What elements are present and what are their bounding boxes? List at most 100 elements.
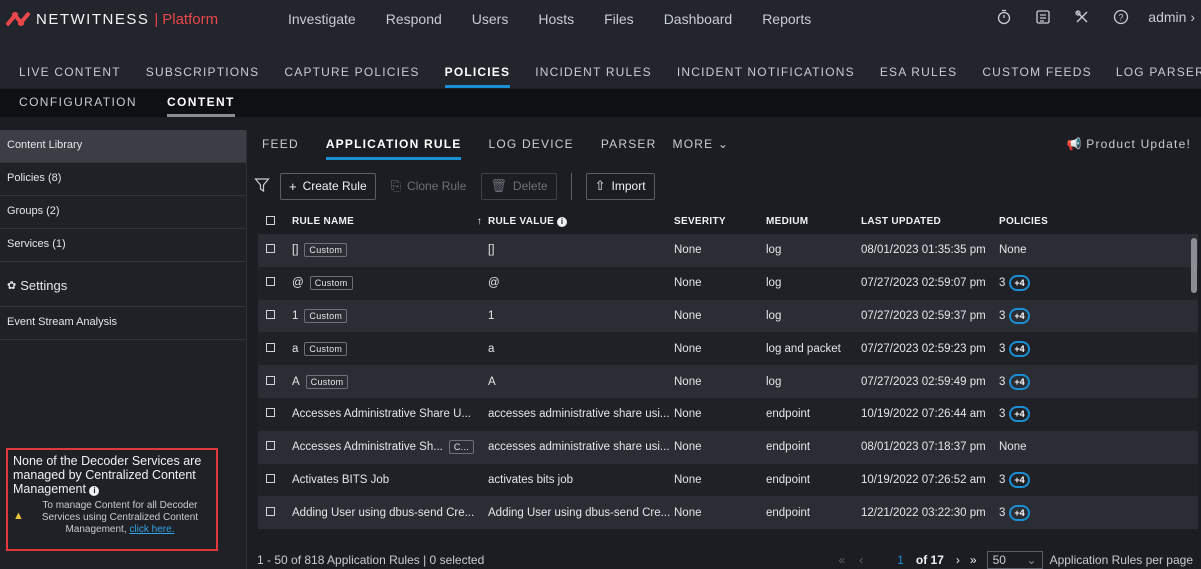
- user-menu[interactable]: admin ›: [1148, 9, 1195, 25]
- nav-hosts[interactable]: Hosts: [538, 8, 574, 30]
- nav-users[interactable]: Users: [472, 8, 509, 30]
- col-medium[interactable]: MEDIUM: [766, 209, 861, 234]
- table-row[interactable]: Activates BITS Job activates bits job No…: [258, 463, 1198, 497]
- row-checkbox[interactable]: [266, 277, 275, 287]
- sidebar-item-content-library[interactable]: Content Library: [0, 130, 246, 163]
- more-policies-badge[interactable]: +4: [1009, 373, 1030, 390]
- next-page-icon[interactable]: ›: [956, 553, 960, 567]
- more-policies-badge[interactable]: +4: [1009, 307, 1030, 324]
- table-row[interactable]: 1 Custom 1 None log 07/27/2023 02:59:37 p…: [258, 299, 1198, 333]
- tab-feed[interactable]: FEED: [262, 130, 299, 160]
- rule-name-text[interactable]: Accesses Administrative Sh...: [292, 441, 443, 453]
- rule-name-text[interactable]: a: [292, 343, 298, 355]
- select-all-checkbox[interactable]: [266, 215, 275, 225]
- nav-respond[interactable]: Respond: [386, 8, 442, 30]
- nav-reports[interactable]: Reports: [762, 8, 811, 30]
- row-checkbox[interactable]: [266, 244, 275, 254]
- subnav-esa-rules[interactable]: ESA RULES: [880, 60, 958, 88]
- table-row[interactable]: @ Custom @ None log 07/27/2023 02:59:07 p…: [258, 266, 1198, 300]
- rule-name-text[interactable]: 1: [292, 310, 298, 322]
- table-scrollbar[interactable]: [1191, 238, 1197, 293]
- product-update-link[interactable]: 📢 Product Update!: [1067, 130, 1192, 160]
- cell-medium: log: [766, 277, 782, 290]
- filter-icon[interactable]: [254, 177, 270, 196]
- sidebar-item-services[interactable]: Services (1): [0, 229, 246, 262]
- subnav-incident-notifications[interactable]: INCIDENT NOTIFICATIONS: [677, 60, 855, 88]
- clone-rule-button[interactable]: ⎘ Clone Rule: [382, 172, 475, 200]
- info-icon[interactable]: i: [89, 486, 100, 496]
- row-checkbox[interactable]: [266, 309, 275, 319]
- subnav-live-content[interactable]: LIVE CONTENT: [19, 60, 121, 88]
- brand-logo[interactable]: NETWITNESS | Platform: [5, 8, 218, 30]
- tools-icon[interactable]: [1073, 8, 1091, 26]
- rule-name-text[interactable]: Adding User using dbus-send Cre...: [292, 507, 474, 519]
- table-row[interactable]: A Custom A None log 07/27/2023 02:59:49 p…: [258, 365, 1198, 398]
- current-page[interactable]: 1: [897, 553, 904, 567]
- subnav-custom-feeds[interactable]: CUSTOM FEEDS: [982, 60, 1092, 88]
- rule-name-text[interactable]: []: [292, 244, 298, 256]
- delete-button[interactable]: 🗑 Delete: [481, 172, 557, 200]
- create-rule-button[interactable]: + Create Rule: [280, 172, 376, 200]
- timer-icon[interactable]: [995, 8, 1013, 26]
- info-icon[interactable]: i: [557, 217, 568, 227]
- last-page-icon[interactable]: »: [970, 553, 977, 567]
- col-last-updated[interactable]: LAST UPDATED: [861, 209, 999, 234]
- sidebar-item-event-stream-analysis[interactable]: Event Stream Analysis: [0, 307, 246, 340]
- cell-policies: 3 +4: [999, 496, 1198, 529]
- import-button[interactable]: ⇧ Import: [585, 172, 655, 200]
- table-row[interactable]: Accesses Administrative Share U... acces…: [258, 397, 1198, 431]
- tab-content[interactable]: CONTENT: [166, 89, 235, 117]
- subnav-incident-rules[interactable]: INCIDENT RULES: [535, 60, 652, 88]
- nav-dashboard[interactable]: Dashboard: [664, 8, 733, 30]
- first-page-icon[interactable]: «: [838, 553, 845, 567]
- row-checkbox[interactable]: [266, 473, 275, 483]
- row-checkbox[interactable]: [266, 506, 275, 516]
- subnav-capture-policies[interactable]: CAPTURE POLICIES: [284, 60, 419, 88]
- row-checkbox[interactable]: [266, 408, 275, 418]
- table-row[interactable]: [] Custom [] None log 08/01/2023 01:35:35…: [258, 234, 1198, 267]
- help-icon[interactable]: ?: [1112, 8, 1130, 26]
- pagination: « ‹ 1 of 17 › » 50 ⌄ Application Rules pe…: [838, 550, 1193, 569]
- subnav-policies[interactable]: POLICIES: [444, 60, 511, 88]
- col-rule-name[interactable]: RULE NAME ↑: [292, 209, 488, 234]
- tab-log-device[interactable]: LOG DEVICE: [488, 130, 573, 160]
- cell-severity: None: [674, 473, 702, 486]
- col-policies[interactable]: POLICIES: [999, 209, 1198, 234]
- more-policies-badge[interactable]: +4: [1009, 340, 1030, 357]
- cell-medium: endpoint: [766, 408, 811, 421]
- more-policies-badge[interactable]: +4: [1009, 504, 1030, 521]
- rule-name-text[interactable]: @: [292, 277, 304, 289]
- row-checkbox[interactable]: [266, 342, 275, 352]
- tab-configuration[interactable]: CONFIGURATION: [19, 89, 137, 117]
- col-severity[interactable]: SEVERITY: [674, 209, 766, 234]
- prev-page-icon[interactable]: ‹: [859, 553, 863, 567]
- rule-name-text[interactable]: Accesses Administrative Share U...: [292, 408, 471, 420]
- rule-name-text[interactable]: A: [292, 376, 300, 388]
- more-policies-badge[interactable]: +4: [1009, 406, 1030, 423]
- nav-investigate[interactable]: Investigate: [288, 8, 356, 30]
- more-policies-badge[interactable]: +4: [1009, 275, 1030, 292]
- custom-tag: Custom: [309, 276, 353, 291]
- cell-last-updated: 07/27/2023 02:59:07 pm: [861, 277, 986, 290]
- table-row[interactable]: a Custom a None log and packet 07/27/2023…: [258, 332, 1198, 366]
- warning-icon: ▲: [13, 510, 24, 522]
- row-checkbox[interactable]: [266, 441, 275, 451]
- rule-name-text[interactable]: Activates BITS Job: [292, 474, 389, 486]
- chevron-down-icon: ⌄: [1026, 552, 1037, 567]
- row-checkbox[interactable]: [266, 375, 275, 385]
- notes-icon[interactable]: [1034, 8, 1052, 26]
- sidebar-item-groups[interactable]: Groups (2): [0, 196, 246, 229]
- nav-files[interactable]: Files: [604, 8, 634, 30]
- tab-parser[interactable]: PARSER: [601, 130, 657, 160]
- tab-application-rule[interactable]: APPLICATION RULE: [325, 130, 462, 160]
- tab-more[interactable]: MORE ⌄: [673, 130, 730, 160]
- more-policies-badge[interactable]: +4: [1009, 471, 1030, 488]
- subnav-subscriptions[interactable]: SUBSCRIPTIONS: [146, 60, 260, 88]
- table-row[interactable]: Accesses Administrative Sh... C... access…: [258, 430, 1198, 464]
- per-page-select[interactable]: 50 ⌄: [986, 550, 1043, 569]
- subnav-log-parser[interactable]: LOG PARSER: [1116, 60, 1201, 88]
- sidebar-item-policies[interactable]: Policies (8): [0, 163, 246, 196]
- col-rule-value[interactable]: RULE VALUE i: [488, 209, 674, 234]
- table-row[interactable]: Adding User using dbus-send Cre... Addin…: [258, 496, 1198, 530]
- ccm-click-here-link[interactable]: click here.: [129, 524, 174, 535]
